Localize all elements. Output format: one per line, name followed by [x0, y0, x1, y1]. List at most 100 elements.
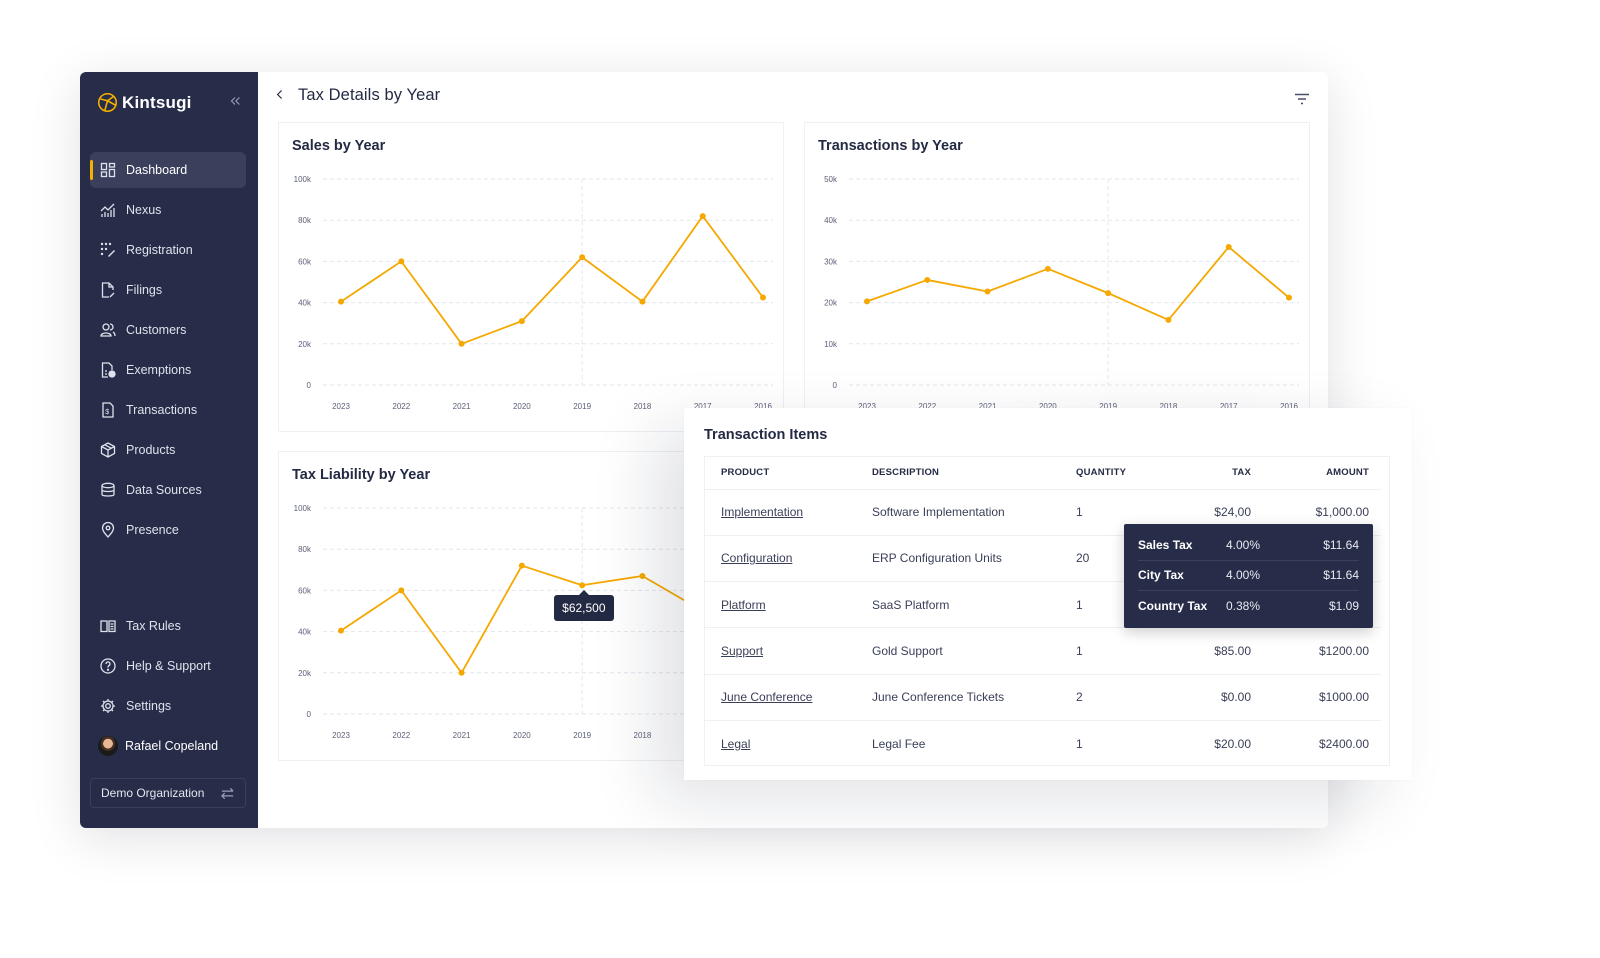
user-profile[interactable]: Rafael Copeland — [98, 736, 218, 756]
data-point[interactable] — [1044, 265, 1051, 272]
data-point[interactable] — [1225, 243, 1232, 250]
series-line — [866, 246, 1290, 321]
tax-amount: $11.64 — [1323, 537, 1359, 552]
column-header-quantity[interactable]: Quantity — [1076, 457, 1166, 490]
tax-breakdown-row: Country Tax 0.38% $1.09 — [1138, 591, 1359, 622]
dashboard-icon — [100, 162, 116, 178]
column-header-amount[interactable]: Amount — [1251, 457, 1381, 490]
tax-rate: 4.00% — [1226, 537, 1261, 552]
data-point[interactable] — [458, 669, 465, 676]
data-point[interactable] — [338, 627, 344, 634]
product-link[interactable]: Configuration — [721, 551, 792, 565]
column-header-description[interactable]: Description — [872, 457, 1076, 490]
sidebar-item-presence[interactable]: Presence — [90, 512, 246, 548]
data-point[interactable] — [864, 298, 870, 305]
tax-breakdown-row: City Tax 4.00% $11.64 — [1138, 561, 1359, 591]
data-point[interactable] — [579, 582, 586, 589]
sidebar-item-label: Dashboard — [126, 163, 188, 177]
brand-name: Kintsugi — [122, 92, 192, 112]
x-tick-label: 2018 — [634, 402, 652, 411]
page-title: Tax Details by Year — [298, 86, 441, 104]
product-cell: Legal — [705, 720, 872, 766]
x-tick-label: 2018 — [634, 731, 652, 740]
description-cell: June Conference Tickets — [872, 674, 1076, 721]
sidebar-item-filings[interactable]: Filings — [90, 272, 246, 308]
sidebar-item-products[interactable]: Products — [90, 432, 246, 468]
data-point[interactable] — [398, 258, 405, 265]
sidebar-item-tax-rules[interactable]: Tax Rules — [90, 608, 246, 644]
product-cell: Implementation — [705, 489, 872, 536]
sidebar-item-transactions[interactable]: $ Transactions — [90, 392, 246, 428]
sidebar-item-label: Nexus — [126, 203, 162, 217]
data-point[interactable] — [984, 288, 991, 295]
product-link[interactable]: Implementation — [721, 505, 803, 519]
data-point[interactable] — [699, 213, 706, 220]
brand[interactable]: Kintsugi — [97, 92, 192, 113]
y-tick-label: 40k — [824, 216, 838, 225]
data-point[interactable] — [760, 294, 766, 301]
tax-amount: $11.64 — [1323, 568, 1359, 583]
product-link[interactable]: Platform — [721, 598, 766, 612]
data-point[interactable] — [518, 562, 525, 569]
sales-line-chart: 0 20k 40k 60k 80k 100k 2023 2022 2021 2020 2019 201… — [294, 175, 773, 411]
sidebar-item-label: Registration — [126, 243, 193, 257]
amount-cell: $1000.00 — [1251, 674, 1381, 721]
sidebar-item-data-sources[interactable]: Data Sources — [90, 472, 246, 508]
data-point[interactable] — [458, 340, 465, 347]
tax-cell[interactable]: $0.00 — [1166, 674, 1251, 721]
file-badge-icon — [100, 362, 116, 378]
sidebar-item-settings[interactable]: Settings — [90, 688, 246, 724]
tax-cell[interactable]: $20.00 — [1166, 720, 1251, 766]
back-button[interactable] — [276, 87, 286, 104]
data-point[interactable] — [1286, 294, 1292, 301]
transactions-by-year-card: Transactions by Year 0 10k 20k 30k 40k 50k 202… — [804, 122, 1310, 432]
column-header-tax[interactable]: Tax — [1166, 457, 1251, 490]
x-tick-label: 2022 — [392, 731, 410, 740]
collapse-sidebar-button[interactable] — [228, 94, 244, 110]
tax-cell[interactable]: $85.00 — [1166, 627, 1251, 675]
product-link[interactable]: Legal — [721, 737, 750, 751]
filter-button[interactable] — [1294, 92, 1310, 105]
chevron-left-icon — [276, 90, 283, 99]
x-tick-label: 2019 — [573, 731, 591, 740]
sidebar-item-label: Presence — [126, 523, 179, 537]
sidebar-item-nexus[interactable]: Nexus — [90, 192, 246, 228]
amount-cell: $1200.00 — [1251, 627, 1381, 675]
gear-icon — [100, 698, 116, 714]
sidebar-item-label: Products — [126, 443, 176, 457]
y-tick-label: 60k — [298, 586, 312, 595]
sidebar-item-label: Filings — [126, 283, 163, 297]
product-link[interactable]: Support — [721, 644, 763, 658]
product-cell: Platform — [705, 581, 872, 629]
sidebar-item-help-support[interactable]: Help & Support — [90, 648, 246, 684]
data-point[interactable] — [1105, 290, 1112, 297]
chart-bars-icon — [100, 202, 116, 218]
sidebar-item-customers[interactable]: Customers — [90, 312, 246, 348]
sidebar-item-label: Help & Support — [126, 659, 211, 673]
column-header-product[interactable]: Product — [705, 457, 872, 490]
data-point[interactable] — [579, 254, 586, 261]
data-point[interactable] — [1165, 316, 1172, 323]
description-cell: SaaS Platform — [872, 581, 1076, 629]
table-header-row: Product Description Quantity Tax Amount — [705, 457, 1381, 490]
table-row: Legal Legal Fee 1 $20.00 $2400.00 — [705, 720, 1381, 766]
product-link[interactable]: June Conference — [721, 690, 812, 704]
transaction-items-title: Transaction Items — [704, 427, 828, 443]
chevrons-left-icon — [230, 97, 240, 105]
series-line — [340, 215, 764, 345]
description-cell: Legal Fee — [872, 736, 926, 751]
data-point[interactable] — [518, 318, 525, 325]
sidebar-item-exemptions[interactable]: Exemptions — [90, 352, 246, 388]
sidebar-item-dashboard[interactable]: Dashboard — [90, 152, 246, 188]
page-header: Tax Details by Year — [276, 86, 440, 105]
data-point[interactable] — [338, 298, 344, 305]
table-row: Support Gold Support 1 $85.00 $1200.00 — [705, 627, 1381, 675]
data-point[interactable] — [398, 587, 405, 594]
data-point[interactable] — [924, 276, 931, 283]
y-tick-label: 30k — [824, 257, 838, 266]
organization-switcher[interactable]: Demo Organization — [90, 778, 246, 808]
data-point[interactable] — [639, 298, 646, 305]
data-point[interactable] — [639, 572, 646, 579]
sidebar-item-registration[interactable]: Registration — [90, 232, 246, 268]
kintsugi-logo-icon — [97, 92, 118, 113]
